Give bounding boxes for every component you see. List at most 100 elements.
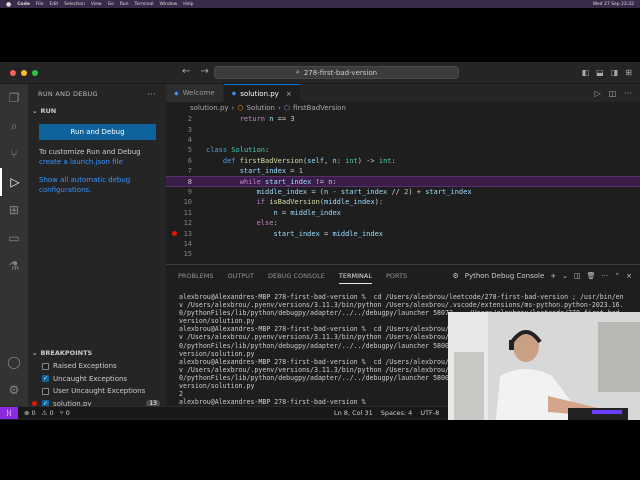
sidebar-title: RUN AND DEBUG [38,90,98,98]
breakpoint-uncaught-exceptions[interactable]: ✓ Uncaught Exceptions [28,373,166,386]
more-actions-icon[interactable]: ··· [602,272,609,280]
code-line: 11 n = middle_index [183,208,341,217]
toggle-sidebar-icon[interactable]: ◧ [582,68,590,77]
run-debug-icon[interactable]: ▷ [0,168,28,196]
errors-count[interactable]: ⊗ 0 [24,409,36,417]
menu-terminal[interactable]: Terminal [135,2,154,7]
tab-welcome[interactable]: ◆ Welcome [166,84,224,102]
menu-run[interactable]: Run [120,2,129,7]
code-line: 14 [183,239,192,248]
minimize-window-button[interactable] [21,70,27,76]
zoom-window-button[interactable] [32,70,38,76]
tab-output[interactable]: OUTPUT [227,272,254,280]
menubar-app[interactable]: Code [17,2,30,7]
search-icon: ⌕ [295,68,300,76]
chevron-down-icon: ⌄ [32,107,38,115]
close-window-button[interactable] [10,70,16,76]
command-center-search[interactable]: ⌕ 278-first-bad-version [214,66,459,79]
code-line: 6 def firstBadVersion(self, n: int) -> i… [187,156,396,165]
breakpoint-user-uncaught-exceptions[interactable]: User Uncaught Exceptions [28,385,166,398]
chevron-down-icon[interactable]: ⌄ [562,272,568,280]
customize-layout-icon[interactable]: ⊞ [625,68,632,77]
python-file-icon: ◆ [231,90,237,97]
menu-go[interactable]: Go [108,2,114,7]
close-icon[interactable]: × [626,272,632,280]
tab-terminal[interactable]: TERMINAL [338,272,372,284]
menu-edit[interactable]: Edit [49,2,58,7]
manage-gear-icon[interactable]: ⚙ [0,376,28,404]
back-arrow-icon[interactable]: ← [182,66,190,77]
mac-menubar: ● Code File Edit Selection View Go Run T… [0,0,640,8]
indentation[interactable]: Spaces: 4 [381,409,413,417]
breakpoints-title: BREAKPOINTS [40,349,93,357]
run-and-debug-button[interactable]: Run and Debug [39,124,156,140]
tab-solution-py[interactable]: ◆ solution.py × [223,84,301,102]
tab-label: Welcome [182,89,215,97]
run-python-file-icon[interactable]: ▷ [595,89,601,98]
panel-tabs: PROBLEMS OUTPUT DEBUG CONSOLE TERMINAL P… [166,265,640,287]
new-terminal-icon[interactable]: + [550,272,556,280]
remote-indicator-icon[interactable]: ⟩⟨ [0,406,18,419]
trash-icon[interactable]: 🗑 [587,272,596,280]
code-line: 12 else: [183,219,278,228]
testing-icon[interactable]: ⚗ [0,252,28,280]
breakpoint-label: Raised Exceptions [53,362,117,371]
warnings-count[interactable]: ⚠ 0 [42,409,54,417]
more-actions-icon[interactable]: ··· [147,90,156,99]
tab-ports[interactable]: PORTS [386,272,407,280]
editor-tabs: ◆ Welcome ◆ solution.py × ▷ ◫ ··· [166,84,640,102]
code-line: 13 start_index = middle_index [166,228,640,238]
remote-explorer-icon[interactable]: ▭ [0,224,28,252]
forward-arrow-icon[interactable]: → [200,66,208,77]
split-terminal-icon[interactable]: ◫ [574,272,581,280]
terminal-name[interactable]: Python Debug Console [465,272,545,280]
toggle-panel-icon[interactable]: ⬓ [596,68,604,77]
vscode-icon: ◆ [174,89,179,97]
menu-help[interactable]: Help [183,2,193,7]
breakpoint-label: User Uncaught Exceptions [53,387,146,396]
window-controls [10,70,38,76]
breakpoint-raised-exceptions[interactable]: Raised Exceptions [28,360,166,373]
breadcrumb-file[interactable]: solution.py [190,104,229,112]
source-control-icon[interactable]: ⑂ [0,140,28,168]
maximize-panel-icon[interactable]: ⌃ [614,272,620,280]
breakpoints-header[interactable]: ⌄ BREAKPOINTS [28,346,166,360]
explorer-icon[interactable]: ❐ [0,84,28,112]
webcam-overlay [448,312,640,420]
ports-count[interactable]: ⑂ 0 [60,409,70,417]
show-debug-configurations-link[interactable]: Show all automatic debug configurations. [39,175,139,195]
terminal-python-icon: ⚙ [452,272,459,280]
tab-problems[interactable]: PROBLEMS [178,272,213,280]
encoding[interactable]: UTF-8 [420,409,439,417]
tab-label: solution.py [240,89,279,98]
accounts-icon[interactable]: ◯ [0,348,28,376]
menu-window[interactable]: Window [160,2,178,7]
class-icon: ⬡ [237,104,244,112]
breakpoints-section: ⌄ BREAKPOINTS Raised Exceptions ✓ Uncaug… [28,346,166,410]
apple-icon[interactable]: ● [6,1,11,8]
split-editor-icon[interactable]: ◫ [609,89,617,98]
menu-file[interactable]: File [36,2,44,7]
breadcrumb-class[interactable]: Solution [246,104,275,112]
run-section-header[interactable]: ⌄ RUN [28,104,166,118]
tab-debug-console[interactable]: DEBUG CONSOLE [268,272,325,280]
close-icon[interactable]: × [286,90,292,98]
checkbox[interactable] [42,387,49,395]
run-section-label: RUN [40,107,57,115]
checkbox[interactable] [42,362,49,370]
code-line: 5 class Solution: [187,146,270,155]
create-launch-json-link[interactable]: create a launch.json file [39,157,155,167]
extensions-icon[interactable]: ⊞ [0,196,28,224]
search-icon[interactable]: ⌕ [0,112,28,140]
code-line: 4 [187,135,192,144]
toggle-secondary-sidebar-icon[interactable]: ◨ [611,68,619,77]
code-line: 7 start_index = 1 [187,167,303,176]
breadcrumb-method[interactable]: firstBadVersion [293,104,346,112]
breakpoint-label: Uncaught Exceptions [53,374,128,383]
checkbox[interactable]: ✓ [42,375,49,383]
code-line: 9 middle_index = (n - start_index // 2) … [187,187,472,196]
menu-view[interactable]: View [91,2,102,7]
cursor-position[interactable]: Ln 8, Col 31 [334,409,373,417]
more-actions-icon[interactable]: ··· [624,89,632,98]
menu-selection[interactable]: Selection [64,2,85,7]
